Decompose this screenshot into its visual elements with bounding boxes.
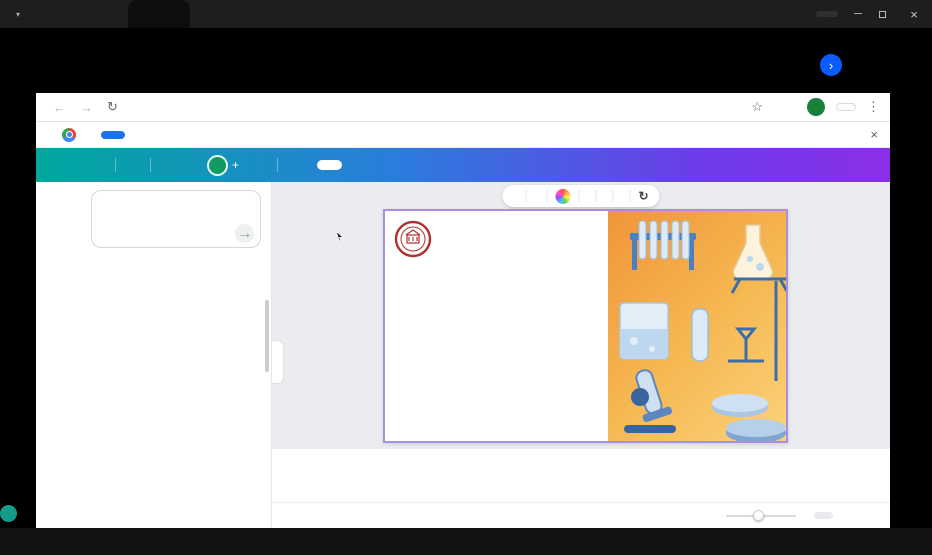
- panel-tabs: [91, 259, 261, 265]
- browser-forward-icon[interactable]: →: [80, 100, 93, 115]
- browser-back-icon[interactable]: ←: [53, 100, 66, 115]
- browser-profile-avatar[interactable]: [807, 98, 825, 116]
- browser-menu-icon[interactable]: ⋮: [867, 99, 880, 115]
- canva-avatar[interactable]: [207, 155, 228, 176]
- rotate-icon[interactable]: ↻: [638, 189, 648, 203]
- account-group: +: [207, 155, 239, 176]
- window-minimize-button[interactable]: ─: [850, 8, 866, 20]
- zoom-slider[interactable]: [726, 515, 796, 517]
- set-default-button[interactable]: [101, 131, 125, 139]
- shared-screen: ← → ↻ ☆ ⋮ ×: [36, 93, 890, 528]
- lab-illustration: [608, 211, 786, 441]
- canva-body: →: [36, 182, 890, 528]
- canva-statusbar: [272, 502, 890, 528]
- search-input[interactable]: [100, 202, 256, 215]
- filmstrip: [272, 449, 890, 502]
- panel-collapse-button[interactable]: [272, 340, 284, 384]
- zoom-slider-thumb[interactable]: [753, 510, 764, 521]
- next-participants-button[interactable]: ›: [820, 54, 842, 76]
- slide-orange-panel: [608, 211, 786, 441]
- template-search-box[interactable]: →: [91, 190, 261, 248]
- zoom-toolbar: [0, 528, 932, 555]
- mouse-cursor: [334, 230, 345, 243]
- context-toolbar: ↻: [502, 185, 659, 207]
- templates-panel: →: [81, 182, 272, 528]
- canva-rail: [36, 182, 81, 528]
- banner-close-icon[interactable]: ×: [870, 127, 878, 142]
- window-maximize-button[interactable]: [878, 10, 894, 19]
- browser-reload-icon[interactable]: ↻: [107, 99, 118, 115]
- color-picker-button[interactable]: [555, 189, 570, 204]
- zoom-titlebar: ▾ ─ ×: [0, 0, 932, 28]
- slide-page[interactable]: [383, 209, 788, 443]
- titlebar-controls: ─ ×: [804, 7, 922, 22]
- annotation-pencil-button[interactable]: [0, 505, 17, 522]
- participant-video-strip: ›: [0, 28, 932, 93]
- chrome-update-pill[interactable]: [836, 103, 856, 111]
- search-submit-button[interactable]: →: [235, 224, 254, 243]
- tab-shared-screen[interactable]: [128, 0, 190, 28]
- view-button[interactable]: [816, 11, 838, 17]
- browser-toolbar: ← → ↻ ☆ ⋮: [36, 93, 890, 122]
- pages-button[interactable]: [814, 512, 833, 519]
- design-canvas[interactable]: ↻: [272, 182, 890, 528]
- browser-actions: ☆ ⋮: [740, 98, 880, 116]
- chrome-logo-icon: [62, 128, 76, 142]
- canva-header: +: [36, 148, 890, 182]
- workspace-chevron-icon[interactable]: ▾: [16, 10, 20, 19]
- share-button[interactable]: [317, 160, 342, 170]
- university-seal: [394, 220, 432, 258]
- window-close-button[interactable]: ×: [906, 7, 922, 22]
- bookmark-star-icon[interactable]: ☆: [751, 99, 763, 115]
- default-browser-banner: ×: [36, 122, 890, 148]
- invite-plus-button[interactable]: +: [232, 158, 239, 172]
- panel-scrollbar[interactable]: [265, 300, 269, 372]
